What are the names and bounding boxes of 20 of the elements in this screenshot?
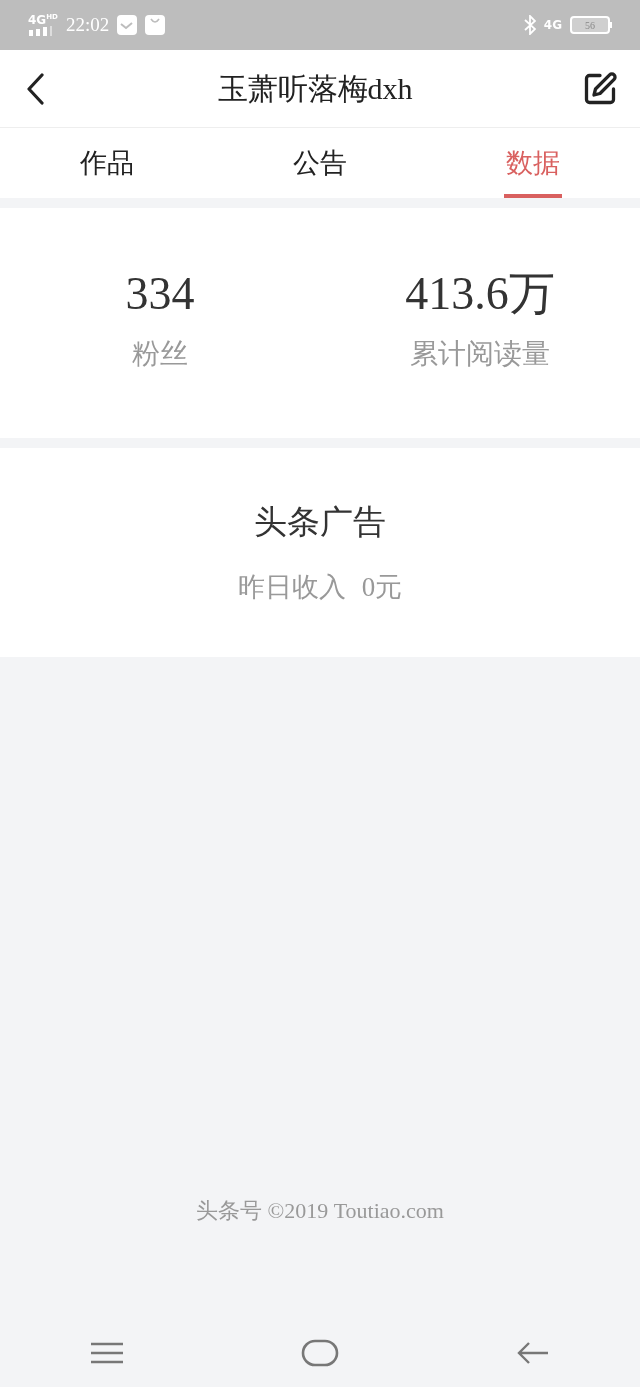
shopping-bag-icon	[145, 15, 166, 35]
stat-label: 累计阅读量	[410, 337, 550, 371]
tab[interactable]: 数据	[426, 128, 640, 198]
signal-icon	[28, 26, 54, 36]
battery-level-text: 56	[585, 18, 595, 33]
footer-copyright: 头条号 ©2019 Toutiao.com	[196, 1197, 444, 1225]
tab[interactable]: 公告	[213, 128, 427, 198]
chat-app-icon	[117, 15, 138, 35]
income-value: 0元	[361, 571, 403, 604]
clock-time: 22:02	[65, 12, 110, 37]
stat-value: 334	[125, 271, 195, 317]
network-label: 4G	[543, 17, 562, 34]
card-title: 头条广告	[254, 502, 386, 542]
stat-value: 413.6万	[405, 271, 555, 317]
stat-label: 粉丝	[132, 337, 188, 371]
bluetooth-icon	[523, 15, 536, 35]
network-label: 4G	[28, 14, 47, 26]
page-title: 玉萧听落梅dxh	[217, 71, 413, 107]
income-label: 昨日收入	[237, 571, 346, 604]
tab[interactable]: 作品	[0, 128, 214, 198]
